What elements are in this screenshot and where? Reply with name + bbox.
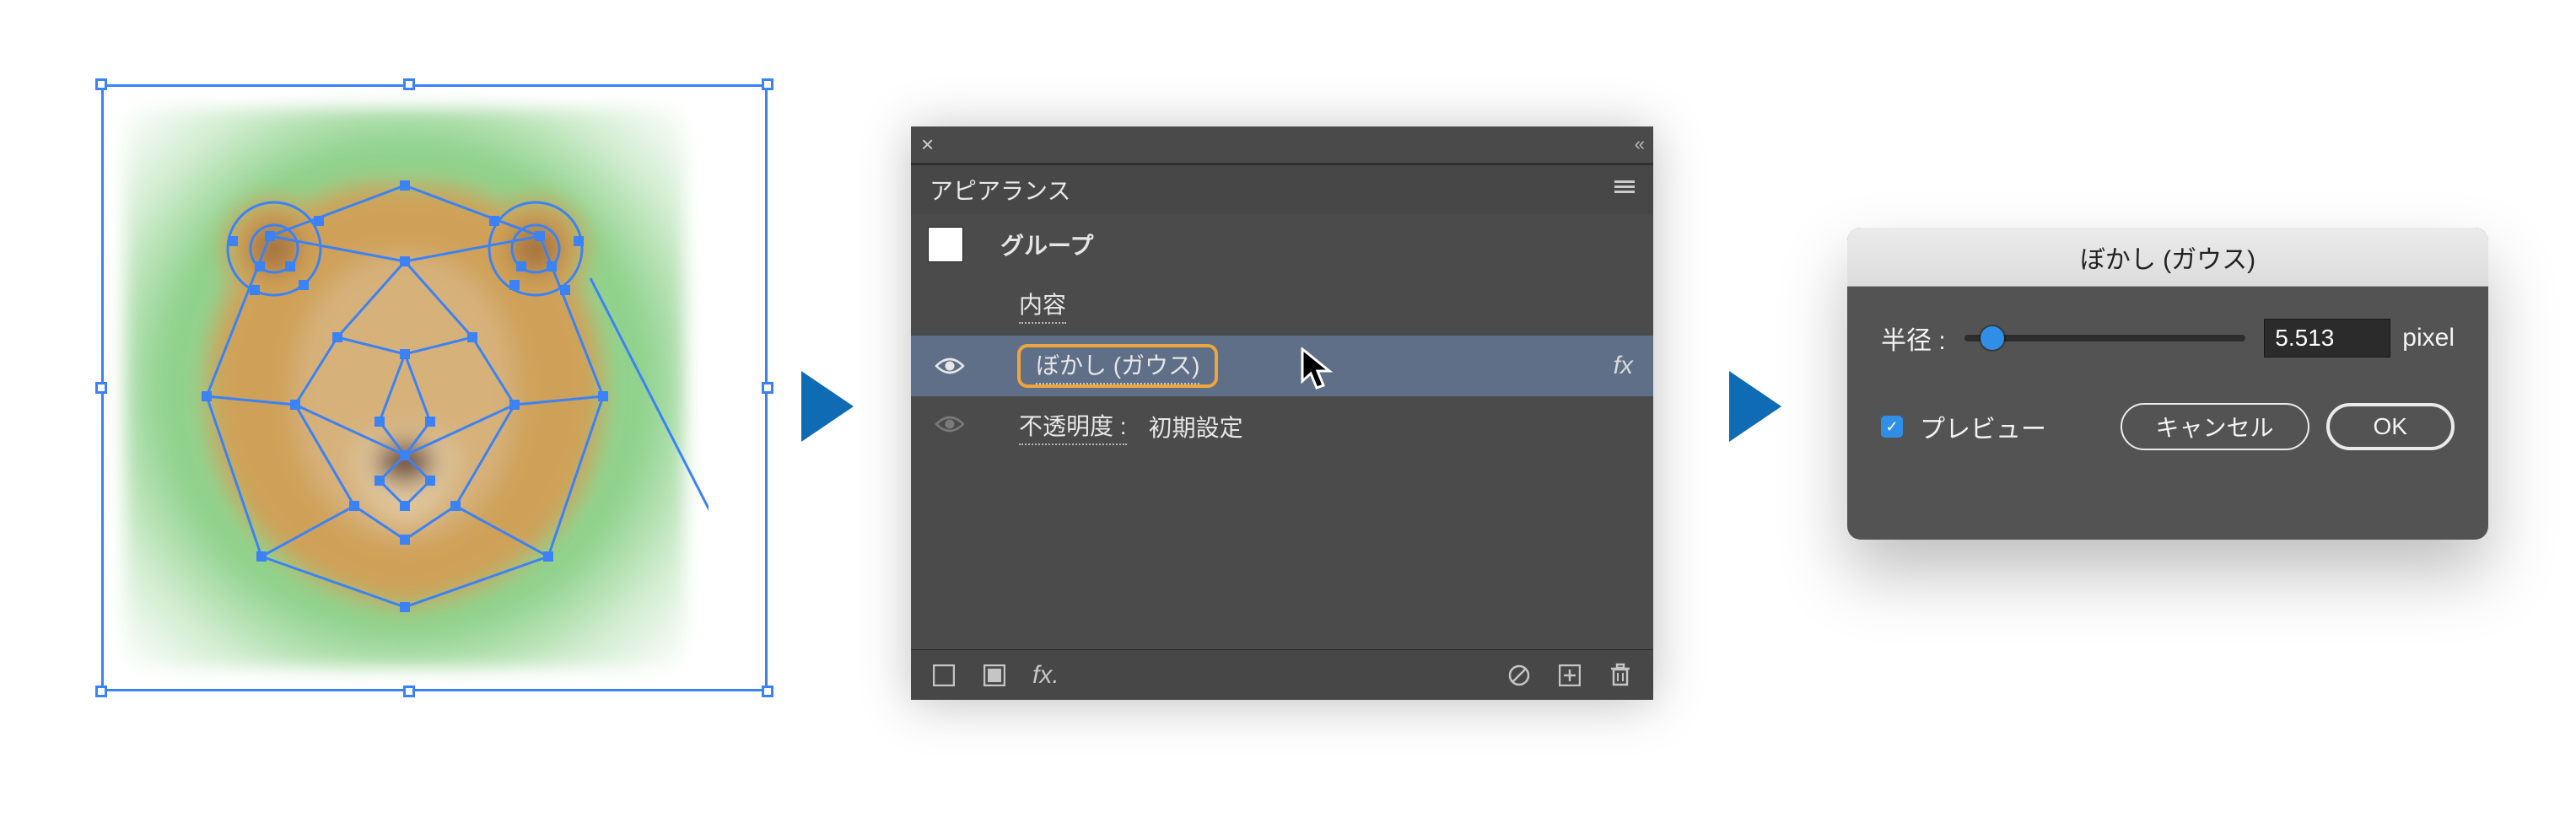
mouse-cursor-icon: [1299, 347, 1334, 391]
appearance-target-row: グループ: [911, 214, 1653, 275]
radius-input[interactable]: 5.513: [2264, 319, 2390, 358]
appearance-contents-row[interactable]: 内容: [911, 275, 1653, 336]
effect-name-highlight[interactable]: ぼかし (ガウス): [1017, 344, 1218, 388]
cancel-button[interactable]: キャンセル: [2121, 403, 2309, 450]
selection-bounding-box[interactable]: [101, 84, 709, 691]
radius-slider[interactable]: [1964, 335, 2246, 341]
fx-indicator[interactable]: fx: [1614, 352, 1633, 380]
contents-label: 内容: [1019, 287, 1066, 324]
visibility-toggle-dim-icon[interactable]: [935, 413, 965, 440]
opacity-label: 不透明度 :: [1019, 408, 1127, 445]
fx-menu-icon[interactable]: fx.: [1032, 663, 1059, 688]
gaussian-blur-dialog: ぼかし (ガウス) 半径 : 5.513 pixel ✓ プレビュー キャンセル…: [1847, 228, 2488, 540]
collapse-icon[interactable]: «: [1635, 133, 1645, 155]
add-icon[interactable]: [1557, 663, 1582, 688]
panel-menu-icon[interactable]: [1614, 178, 1635, 202]
appearance-opacity-row[interactable]: 不透明度 : 初期設定: [911, 396, 1653, 457]
close-icon[interactable]: ×: [921, 132, 934, 158]
preview-checkbox[interactable]: ✓: [1881, 416, 1903, 438]
target-swatch[interactable]: [928, 227, 963, 262]
canvas-selected-artwork: [101, 84, 709, 691]
panel-title: アピアランス: [930, 173, 1070, 207]
visibility-toggle-icon[interactable]: [935, 356, 965, 376]
appearance-effect-row[interactable]: ぼかし (ガウス) fx: [911, 336, 1653, 396]
flow-arrow-1: [801, 371, 854, 442]
appearance-panel: × « アピアランス グループ 内容 ぼかし (ガウス): [911, 126, 1653, 700]
appearance-panel-footer: fx.: [911, 649, 1653, 700]
flow-arrow-2: [1729, 371, 1781, 442]
preview-label: プレビュー: [1920, 408, 2046, 445]
dialog-title: ぼかし (ガウス): [1847, 228, 2488, 287]
swatch-icon[interactable]: [982, 663, 1007, 688]
opacity-value[interactable]: 初期設定: [1149, 410, 1243, 444]
effect-name: ぼかし (ガウス): [1036, 347, 1199, 384]
radius-unit: pixel: [2402, 324, 2455, 352]
no-fill-icon[interactable]: [931, 663, 957, 688]
target-label: グループ: [1000, 228, 1093, 261]
radius-label: 半径 :: [1881, 320, 1946, 357]
trash-icon[interactable]: [1608, 663, 1633, 688]
radius-slider-thumb[interactable]: [1981, 326, 2004, 350]
ok-button[interactable]: OK: [2326, 403, 2455, 450]
prohibit-icon[interactable]: [1506, 663, 1532, 688]
